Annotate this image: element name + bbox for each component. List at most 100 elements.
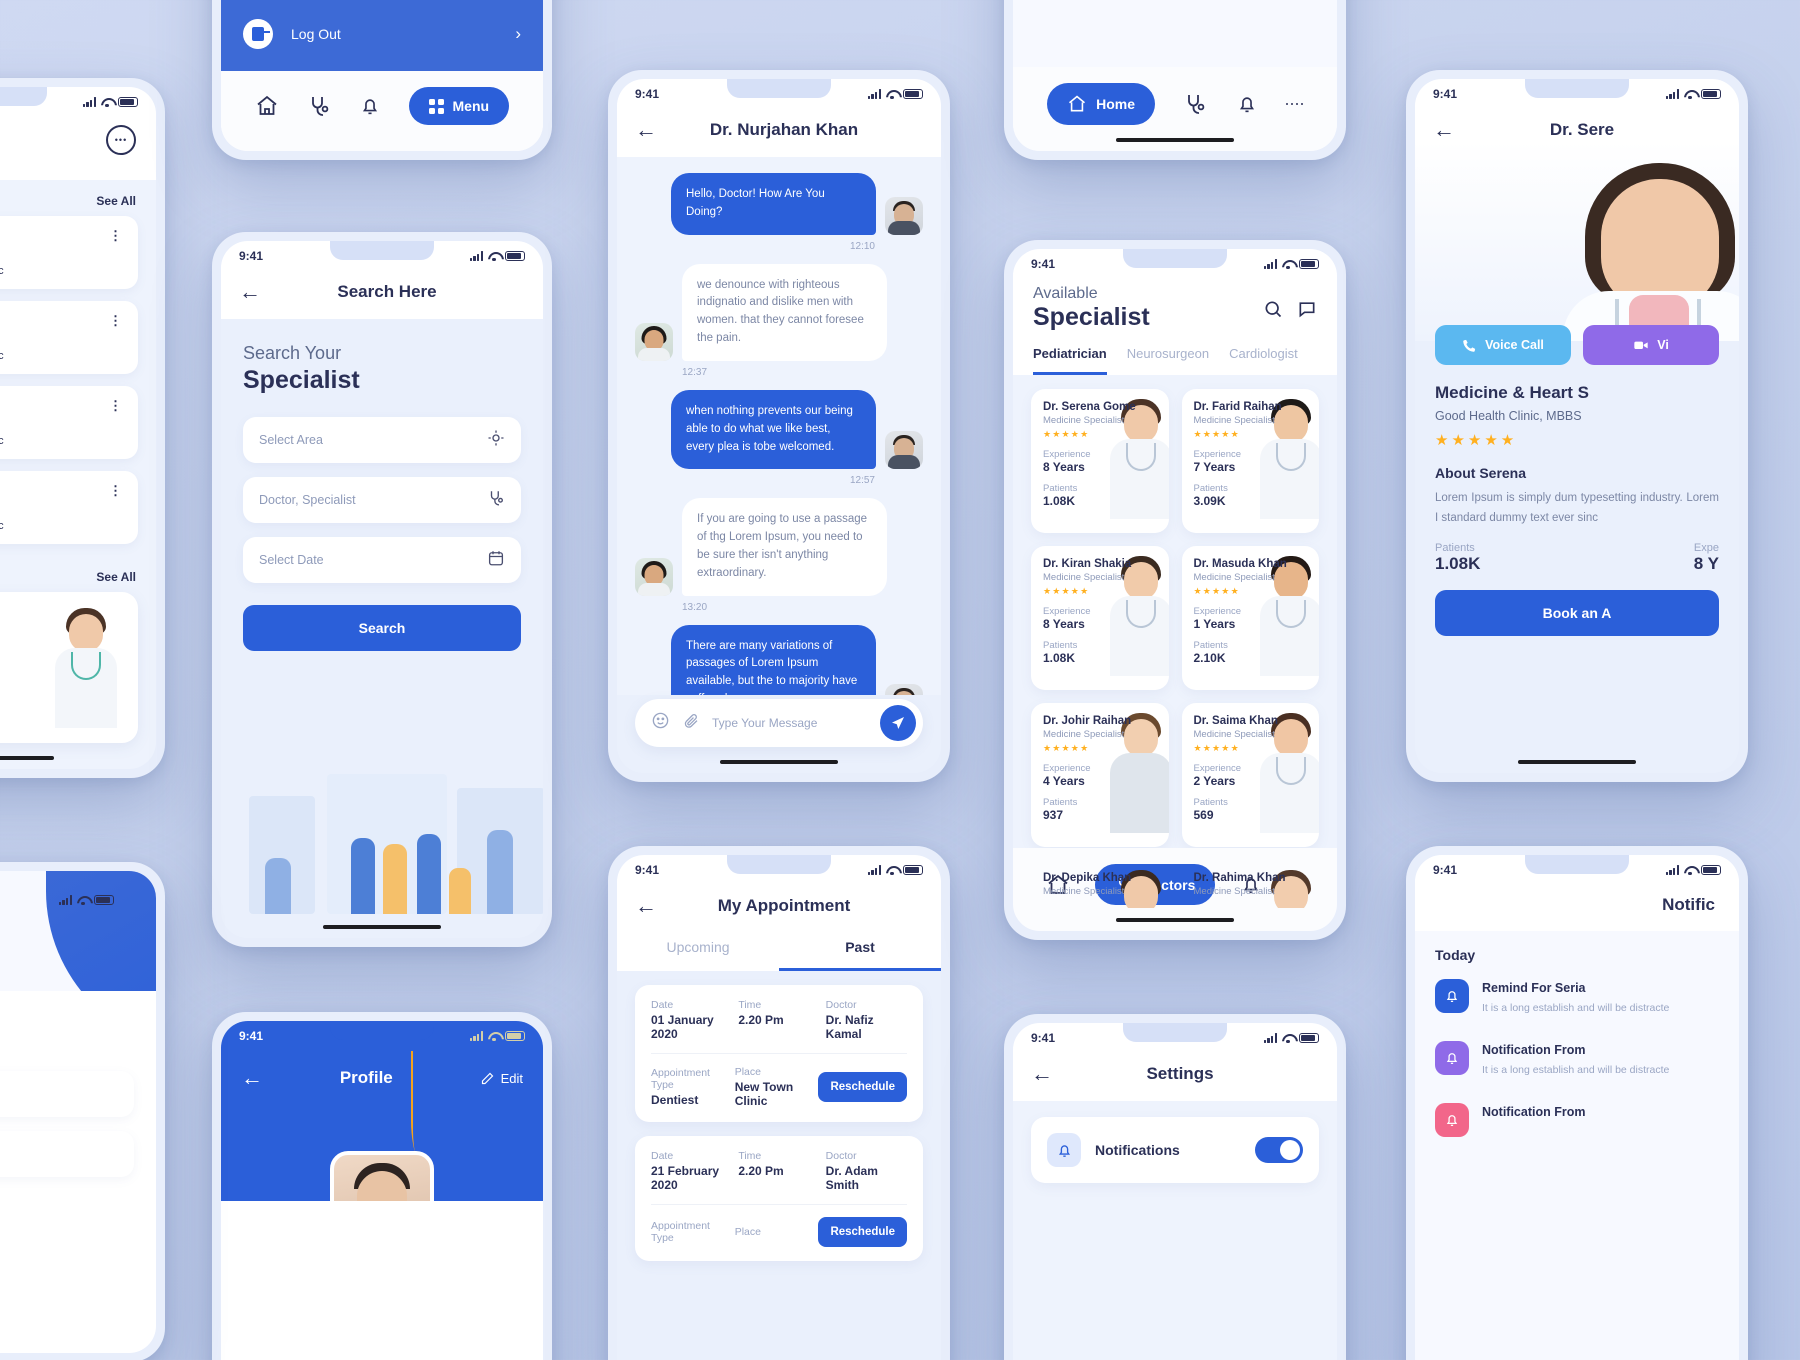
message-bubble: There are many variations of passages of… (671, 624, 876, 695)
voice-call-button[interactable]: Voice Call (1435, 325, 1571, 365)
rating-stars: ★★★★★ (0, 640, 50, 653)
wifi-icon (1282, 259, 1294, 270)
stethoscope-tab-icon[interactable] (1183, 92, 1207, 116)
calendar-icon[interactable] (487, 549, 505, 572)
doctor-field[interactable]: Doctor, Specialist (243, 477, 521, 523)
logout-menu-item[interactable]: Log Out › (243, 0, 521, 71)
attachment-icon[interactable] (682, 712, 700, 735)
doctor-card[interactable]: Dr. Masuda Khan Medicine Specialist ★★★★… (1181, 546, 1319, 690)
status-icons (1263, 1033, 1319, 1044)
name-field[interactable]: av (0, 1071, 134, 1117)
bell-tab-icon[interactable] (359, 95, 381, 117)
search-icon[interactable] (1263, 299, 1283, 324)
settings-row-notifications[interactable]: Notifications (1031, 1117, 1319, 1183)
list-item[interactable]: mez ★★★★★ ⋮ BBS,FCPS) 1.00pm New City Cl… (0, 216, 138, 289)
doctor-card[interactable]: Dr. Serena Gome Medicine Specialist ★★★★… (1031, 389, 1169, 533)
book-appointment-button[interactable]: Book an A (1435, 590, 1719, 637)
status-bar: 9:41 (1415, 79, 1739, 109)
page-title: Dr. Nurjahan Khan (709, 120, 859, 139)
tab-upcoming[interactable]: Upcoming (617, 933, 779, 971)
email-field[interactable]: gmail.com (0, 1131, 134, 1177)
logout-icon (243, 19, 273, 49)
col-place: Place (734, 1066, 761, 1078)
signal-icon (1665, 865, 1679, 875)
send-button[interactable] (880, 705, 916, 741)
avatar (885, 431, 923, 470)
message-composer[interactable]: Type Your Message (635, 699, 923, 747)
featured-doctor-card[interactable]: Dr. Salina Zaman Medicine Specialist ★★★… (0, 592, 138, 743)
phone-specialist-screen: 9:41 Available Specialist Pediatrician N… (1004, 240, 1346, 940)
phone-icon (1463, 339, 1476, 352)
doctor-headline: Medicine & Heart S (1435, 383, 1589, 402)
home-tab-button[interactable]: Home (1047, 83, 1156, 125)
home-indicator (0, 756, 54, 760)
experience-value: 8 Years (1043, 617, 1085, 631)
more-options-icon[interactable]: ⋮ (109, 228, 122, 244)
chat-icon[interactable] (1297, 299, 1317, 324)
reschedule-button[interactable]: Reschedule (818, 1072, 907, 1102)
wifi-icon (77, 895, 89, 906)
more-options-icon[interactable]: ⋮ (109, 398, 122, 414)
patients-label: Patients (0, 701, 50, 713)
tab-cardiologist[interactable]: Cardiologist (1229, 346, 1298, 375)
area-field[interactable]: Select Area (243, 417, 521, 463)
grid-tab-icon[interactable] (1285, 103, 1303, 105)
phone-appointment-screen: 9:41 ← My Appointment Upcoming Past Date (608, 846, 950, 1360)
featured-doctor-specialty: Medicine Specialist (0, 624, 50, 636)
menu-tab-button[interactable]: Menu (408, 87, 510, 125)
notification-item[interactable]: Remind For Seria It is a long establish … (1415, 967, 1739, 1029)
reschedule-button[interactable]: Reschedule (818, 1217, 907, 1247)
list-item[interactable]: ndra ★★★★★ ⋮ BBS,FCPS) 1.00pm New City C… (0, 386, 138, 459)
battery-icon (1701, 865, 1721, 875)
bell-icon (1435, 1102, 1469, 1137)
search-button[interactable]: Search (243, 605, 521, 651)
doctor-card[interactable]: Dr. Saima Khan Medicine Specialist ★★★★★… (1181, 703, 1319, 847)
phone-menu-screen: Log Out › Menu (212, 0, 552, 160)
notification-item[interactable]: Notification From (1415, 1091, 1739, 1149)
doctor-name: Dr. Kiran Shakia (1043, 558, 1132, 570)
notifications-toggle[interactable] (1255, 1137, 1303, 1163)
phone-notifications-screen: 9:41 Notific Today Remind For Seria It i (1406, 846, 1748, 1360)
notification-item[interactable]: Notification From It is a long establish… (1415, 1029, 1739, 1091)
more-options-icon[interactable]: ⋮ (109, 313, 122, 329)
back-arrow-icon[interactable]: ← (239, 281, 261, 303)
locate-icon[interactable] (487, 429, 505, 452)
notch (1123, 1023, 1227, 1042)
doctor-portrait (50, 606, 122, 729)
video-call-button[interactable]: Vi (1583, 325, 1719, 365)
back-arrow-icon[interactable]: ← (1433, 119, 1455, 141)
col-time: Time (738, 999, 762, 1011)
back-arrow-icon[interactable]: ← (1031, 1063, 1053, 1085)
list-item[interactable]: roi ★★★★★ ⋮ BBS,FCPS) 1.00pm New City Cl… (0, 301, 138, 374)
status-icons (1665, 89, 1721, 100)
message-bubble: we denounce with righteous indignatio an… (682, 263, 887, 361)
bell-tab-icon[interactable] (1236, 93, 1258, 115)
home-tab-icon[interactable] (255, 94, 279, 118)
tab-past[interactable]: Past (779, 933, 941, 971)
stethoscope-tab-icon[interactable] (307, 94, 331, 118)
search-title: Specialist (243, 366, 360, 394)
signal-icon (867, 865, 881, 875)
doctor-card[interactable]: Dr. Kiran Shakia Medicine Specialist ★★★… (1031, 546, 1169, 690)
appointment-card: Date 21 February 2020 Time 2.20 Pm Docto… (635, 1136, 923, 1261)
cell-date: 21 February 2020 (651, 1164, 720, 1192)
see-all-link[interactable]: See All (0, 180, 156, 216)
more-options-icon[interactable]: ⋮ (109, 483, 122, 499)
battery-icon (94, 895, 114, 905)
date-field[interactable]: Select Date (243, 537, 521, 583)
wifi-icon (1282, 1033, 1294, 1044)
list-item[interactable]: Kus ★★★★★ ⋮ BBS,FCPS) 1.00pm New City Cl… (0, 471, 138, 544)
see-all-link-2[interactable]: See All (0, 556, 156, 592)
tab-pediatrician[interactable]: Pediatrician (1033, 346, 1107, 375)
back-arrow-icon[interactable]: ← (635, 119, 657, 141)
tab-neurosurgeon[interactable]: Neurosurgeon (1127, 346, 1209, 375)
message-input[interactable]: Type Your Message (712, 716, 868, 730)
doctor-card[interactable]: Dr. Johir Raihan Medicine Specialist ★★★… (1031, 703, 1169, 847)
emoji-icon[interactable] (651, 711, 670, 735)
avatar (885, 196, 923, 235)
chat-icon[interactable]: ••• (106, 125, 136, 155)
back-arrow-icon[interactable]: ← (635, 895, 657, 917)
edit-button[interactable]: Edit (480, 1071, 523, 1086)
doctor-specialty: Medicine Specialist (1043, 415, 1125, 426)
doctor-card[interactable]: Dr. Farid Raihan Medicine Specialist ★★★… (1181, 389, 1319, 533)
